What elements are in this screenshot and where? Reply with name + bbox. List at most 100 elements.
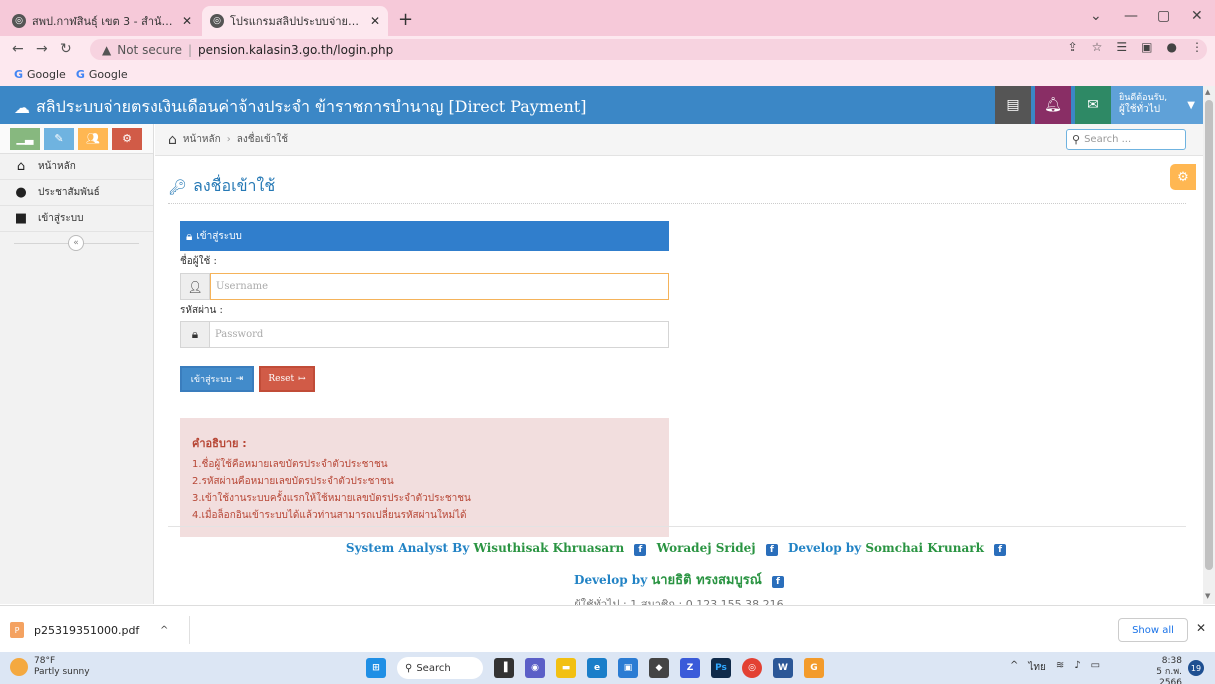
app-title[interactable]: ☁ สลิประบบจ่ายตรงเงินเดือนค่าจ้างประจำ ข… <box>14 95 586 120</box>
chat-icon[interactable]: ◉ <box>525 658 545 678</box>
tasks-button[interactable]: ▤ <box>995 86 1031 124</box>
word-icon[interactable]: W <box>773 658 793 678</box>
app-icon[interactable]: Z <box>680 658 700 678</box>
collapse-sidebar-button[interactable]: « <box>68 235 84 251</box>
second-name: Woradej Sridej <box>656 541 756 555</box>
tab-kalasin3[interactable]: ◎ สพป.กาฬสินธุ์ เขต 3 - สำนักงานเขตพื้นท… <box>4 6 200 36</box>
breadcrumb-current: ลงชื่อเข้าใช้ <box>236 134 289 145</box>
chevron-up-icon[interactable]: ^ <box>1010 660 1018 675</box>
login-panel-title: เข้าสู่ระบบ <box>196 230 242 242</box>
profile-avatar[interactable]: ● <box>1167 40 1177 54</box>
address-bar-row: ← → ↻ ▲ Not secure | pension.kalasin3.go… <box>0 36 1215 62</box>
system-tray: ^ ไทย ≋ ♪ ▭ <box>1010 660 1100 675</box>
windows-taskbar: 78°F Partly sunny ⊞ ⚲ Search ▐ ◉ ▬ e ▣ ◆… <box>0 652 1215 684</box>
tab-pension[interactable]: ◎ โปรแกรมสลิปประบบจ่ายตรงเงินเดือนค่าจ้า… <box>202 6 388 36</box>
instructions-title: คำอธิบาย : <box>192 437 247 450</box>
lock-icon: 🔒︎ <box>180 321 210 348</box>
windows-start-icon[interactable]: ⊞ <box>366 658 386 678</box>
sign-out-icon: ↦ <box>298 374 306 384</box>
task-view-icon[interactable]: ▐ <box>494 658 514 678</box>
chart-shortcut-button[interactable]: ▁▃ <box>10 127 40 150</box>
battery-icon[interactable]: ▭ <box>1091 660 1100 675</box>
page-scrollbar[interactable]: ▲ ▼ <box>1203 86 1215 604</box>
tab-search-icon[interactable]: ⌄ <box>1090 8 1102 24</box>
back-icon[interactable]: ← <box>12 41 24 57</box>
home-icon: ⌂ <box>168 131 177 148</box>
sidebar-icon[interactable]: ▣ <box>1141 40 1152 54</box>
breadcrumb-home-link[interactable]: หน้าหลัก <box>183 132 221 147</box>
cogs-shortcut-button[interactable]: ⚙ <box>112 127 142 150</box>
weather-widget[interactable]: 78°F Partly sunny <box>10 656 90 678</box>
app-icon[interactable]: G <box>804 658 824 678</box>
bookmark-google[interactable]: G Google <box>14 68 66 81</box>
language-indicator[interactable]: ไทย <box>1028 660 1045 675</box>
forward-icon[interactable]: → <box>36 41 48 57</box>
new-tab-button[interactable]: + <box>398 9 413 30</box>
globe-icon: ◎ <box>12 14 26 28</box>
google-icon: G <box>75 67 85 81</box>
clock[interactable]: 8:38 5 ก.พ. 2566 <box>1134 656 1182 684</box>
facebook-icon[interactable]: f <box>765 544 778 556</box>
sidebar-item-login[interactable]: ■ เข้าสู่ระบบ <box>0 206 153 232</box>
cogs-icon: ⚙ <box>122 132 132 145</box>
share-icon[interactable]: ⇪ <box>1068 40 1078 54</box>
download-item[interactable]: P p25319351000.pdf ^ <box>10 616 190 644</box>
close-tab-icon[interactable]: ✕ <box>182 14 192 28</box>
notification-badge[interactable]: 19 <box>1188 660 1204 676</box>
file-explorer-icon[interactable]: ▬ <box>556 658 576 678</box>
photoshop-icon[interactable]: Ps <box>711 658 731 678</box>
login-button[interactable]: เข้าสู่ระบบ ⇥ <box>180 366 254 392</box>
volume-icon[interactable]: ♪ <box>1074 660 1080 675</box>
close-window-button[interactable]: ✕ <box>1191 8 1203 24</box>
edge-icon[interactable]: e <box>587 658 607 678</box>
search-input[interactable]: ⚲ Search ... <box>1066 129 1186 150</box>
show-all-button[interactable]: Show all <box>1118 618 1188 642</box>
sidebar-item-announcements[interactable]: ● ประชาสัมพันธ์ <box>0 180 153 206</box>
develop-prefix: Develop by <box>788 541 862 555</box>
page-title: 🔑︎ ลงชื่อเข้าใช้ <box>168 170 1186 204</box>
scrollbar-thumb[interactable] <box>1205 100 1213 570</box>
facebook-icon[interactable]: f <box>994 544 1007 556</box>
reset-button[interactable]: Reset ↦ <box>259 366 315 392</box>
reload-icon[interactable]: ↻ <box>60 41 72 57</box>
download-filename: p25319351000.pdf <box>34 623 140 637</box>
menu-icon[interactable]: ⋮ <box>1191 40 1203 54</box>
user-menu[interactable]: ยินดีต้อนรับ, ผู้ใช้ทั่วไป ▼ <box>1111 86 1203 124</box>
reading-list-icon[interactable]: ☰ <box>1116 40 1127 54</box>
scroll-up-icon[interactable]: ▲ <box>1205 88 1210 96</box>
developer2-name: นายธิติ ทรงสมบูรณ์ <box>651 573 762 588</box>
sign-in-icon: ⇥ <box>235 374 244 384</box>
chevron-up-icon[interactable]: ^ <box>160 625 168 636</box>
sidebar-item-home[interactable]: ⌂ หน้าหลัก <box>0 154 153 180</box>
taskbar-search[interactable]: ⚲ Search <box>397 657 483 679</box>
pencil-shortcut-button[interactable]: ✎ <box>44 127 74 150</box>
maximize-button[interactable]: ▢ <box>1157 8 1170 24</box>
wifi-icon[interactable]: ≋ <box>1056 660 1064 675</box>
facebook-icon[interactable]: f <box>634 544 647 556</box>
clock-date: 5 ก.พ. 2566 <box>1156 667 1182 684</box>
minimize-button[interactable]: — <box>1124 8 1138 24</box>
toolbar-icons: ⇪ ☆ ☰ ▣ ● ⋮ <box>1068 40 1203 54</box>
bookmark-google[interactable]: G Google <box>76 68 128 81</box>
username-field[interactable] <box>210 273 669 300</box>
app-icon[interactable]: ◆ <box>649 658 669 678</box>
temperature: 78°F <box>34 656 56 666</box>
users-shortcut-button[interactable]: 👥︎ <box>78 127 108 150</box>
messages-button[interactable]: ✉ <box>1075 86 1111 124</box>
address-input[interactable]: ▲ Not secure | pension.kalasin3.go.th/lo… <box>90 39 1207 60</box>
scroll-down-icon[interactable]: ▼ <box>1205 592 1210 600</box>
sidebar-shortcuts: ▁▃ ✎ 👥︎ ⚙ <box>0 124 153 154</box>
facebook-icon[interactable]: f <box>771 576 784 588</box>
close-tab-icon[interactable]: ✕ <box>370 14 380 28</box>
page-title-text: ลงชื่อเข้าใช้ <box>193 176 276 195</box>
notifications-button[interactable]: 🔔︎ <box>1035 86 1071 124</box>
store-icon[interactable]: ▣ <box>618 658 638 678</box>
login-panel-header: 🔒︎ เข้าสู่ระบบ <box>180 221 669 251</box>
developer-name: Somchai Krunark <box>865 541 984 555</box>
chrome-icon[interactable]: ◎ <box>742 658 762 678</box>
password-field[interactable] <box>210 321 669 348</box>
separator: | <box>187 42 193 57</box>
close-download-bar-icon[interactable]: ✕ <box>1196 621 1206 635</box>
briefcase-icon: ■ <box>14 211 28 226</box>
star-icon[interactable]: ☆ <box>1092 40 1103 54</box>
